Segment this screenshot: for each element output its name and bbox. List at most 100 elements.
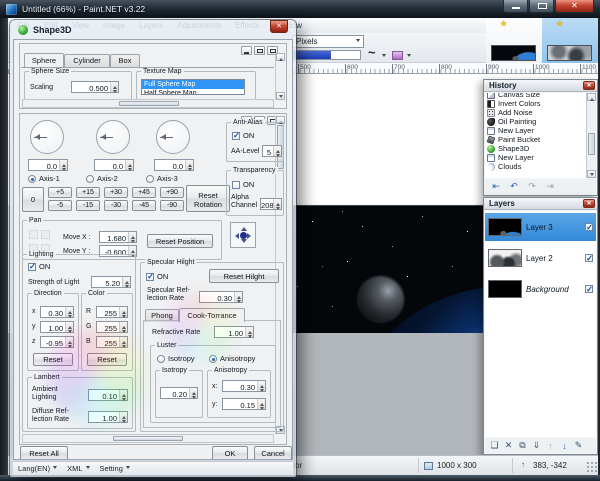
axis-1-angle-spinner[interactable]: 0.0	[28, 159, 68, 171]
axis-3-angle-spinner[interactable]: 0.0	[154, 159, 194, 171]
transparency-on-checkbox[interactable]: ON	[232, 180, 254, 189]
rotate-minus-button[interactable]: -90	[160, 200, 184, 211]
lighting-on-checkbox[interactable]: ON	[28, 262, 50, 271]
diffuse-reflection-spinner[interactable]: 1.00	[88, 411, 128, 423]
close-button[interactable]: ✕	[555, 0, 594, 13]
direction-y-spinner[interactable]: 1.00	[40, 321, 74, 333]
rotate-plus-button[interactable]: +45	[132, 187, 156, 198]
close-icon[interactable]: ✕	[270, 20, 288, 33]
history-item[interactable]: New Layer	[485, 126, 586, 135]
delete-layer-icon[interactable]: ✕	[503, 440, 514, 451]
anisotropy-x-spinner[interactable]: 0.30	[222, 380, 266, 392]
axis-2-radio[interactable]: Axis-2	[86, 174, 118, 183]
move-layer-up-icon[interactable]: ↑	[545, 441, 556, 451]
lang-dropdown[interactable]: Lang(EN)	[18, 464, 57, 473]
axis-1-dial[interactable]	[30, 120, 64, 154]
image-tab-2-selected[interactable]: ★	[542, 18, 598, 63]
isotropy-spinner[interactable]: 0.20	[160, 387, 198, 399]
scroll-down-icon[interactable]	[587, 170, 596, 178]
cancel-button[interactable]: Cancel	[254, 446, 292, 460]
ok-button[interactable]: OK	[212, 446, 248, 460]
move-layer-down-icon[interactable]: ↓	[559, 441, 570, 451]
antialias-mode-icon[interactable]: ~	[368, 45, 376, 60]
undo-icon[interactable]: ↶	[506, 181, 522, 193]
texture-option-selected[interactable]: Full Sphere Map	[142, 80, 244, 89]
history-panel-titlebar[interactable]: History ✕	[484, 80, 597, 92]
tab-box[interactable]: Box	[110, 54, 140, 67]
history-item[interactable]: Paint Bucket	[485, 135, 586, 144]
axis-2-dial[interactable]	[96, 120, 130, 154]
history-scrollbar[interactable]	[586, 93, 596, 178]
axis-3-radio[interactable]: Axis-3	[146, 174, 178, 183]
maximize-button[interactable]	[529, 0, 554, 13]
anisotropy-y-spinner[interactable]: 0.15	[222, 398, 266, 410]
layer-visible-checkbox[interactable]	[585, 254, 593, 262]
rotate-plus-button[interactable]: +5	[48, 187, 72, 198]
rotate-plus-button[interactable]: +90	[160, 187, 184, 198]
pan-dpad-control[interactable]	[230, 222, 256, 248]
rotate-plus-button[interactable]: +15	[76, 187, 100, 198]
layer-row[interactable]: Layer 2	[485, 244, 596, 272]
rotate-minus-button[interactable]: -45	[132, 200, 156, 211]
reset-all-button[interactable]: Reset All	[20, 446, 68, 460]
specular-reflection-spinner[interactable]: 0.30	[199, 291, 243, 303]
window-resize-grip[interactable]	[586, 461, 598, 473]
xml-dropdown[interactable]: XML	[67, 464, 89, 473]
redo-icon[interactable]: ↷	[524, 181, 540, 193]
scrollbar-thumb[interactable]	[113, 436, 183, 441]
isotropy-radio[interactable]: Isotropy	[157, 354, 195, 363]
direction-reset-button[interactable]: Reset	[33, 353, 73, 366]
blend-mode-icon[interactable]	[392, 51, 403, 60]
history-item[interactable]: Clouds	[485, 162, 586, 171]
minimize-button[interactable]	[503, 0, 528, 13]
close-icon[interactable]: ✕	[583, 81, 595, 90]
chevron-down-icon[interactable]	[407, 54, 411, 59]
scroll-up-icon[interactable]	[587, 93, 596, 101]
tab-cook-torrance[interactable]: Cook-Torrance	[179, 308, 245, 322]
add-layer-icon[interactable]: ❑	[489, 440, 500, 451]
texture-map-listbox[interactable]: Full Sphere Map Half Sphere Map	[141, 79, 245, 95]
rotate-minus-button[interactable]: -15	[76, 200, 100, 211]
move-x-spinner[interactable]: 1.680	[99, 231, 137, 243]
layer-row-selected[interactable]: Layer 3	[485, 213, 596, 241]
alpha-channel-spinner[interactable]: 208	[260, 198, 282, 210]
history-item[interactable]: Shape3D	[485, 144, 586, 153]
shape-panel-vscrollbar[interactable]	[275, 53, 285, 100]
aa-level-spinner[interactable]: 5	[262, 145, 282, 157]
units-dropdown[interactable]: Pixels	[292, 35, 364, 48]
shape3d-dialog-titlebar[interactable]: Shape3D ✕	[10, 20, 296, 39]
texture-option[interactable]: Half Sphere Map	[142, 89, 244, 95]
strength-of-light-spinner[interactable]: 5.20	[91, 276, 131, 288]
tab-sphere[interactable]: Sphere	[24, 53, 64, 67]
color-g-spinner[interactable]: 255	[96, 321, 128, 333]
direction-z-spinner[interactable]: -0.95	[40, 336, 74, 348]
color-b-spinner[interactable]: 255	[96, 336, 128, 348]
history-item[interactable]: Oil Painting	[485, 117, 586, 126]
scroll-down-icon[interactable]	[276, 92, 285, 100]
refractive-rate-spinner[interactable]: 1.00	[214, 326, 254, 338]
history-item[interactable]: Add Noise	[485, 108, 586, 117]
color-reset-button[interactable]: Reset	[87, 353, 127, 366]
anti-alias-on-checkbox[interactable]: ON	[232, 131, 254, 140]
history-fast-forward-icon[interactable]: ⇥	[542, 181, 558, 193]
reset-position-button[interactable]: Reset Position	[147, 234, 213, 248]
panel-minimize-icon[interactable]	[241, 46, 252, 55]
layers-panel-titlebar[interactable]: Layers ✕	[484, 198, 597, 210]
reset-rotation-button[interactable]: Reset Rotation	[186, 185, 230, 212]
history-rewind-icon[interactable]: ⇤	[488, 181, 504, 193]
ambient-lighting-spinner[interactable]: 0.10	[88, 389, 128, 401]
image-tab-1[interactable]: ★	[486, 18, 542, 63]
rotate-minus-button[interactable]: -5	[48, 200, 72, 211]
scrollbar-thumb[interactable]	[119, 101, 179, 106]
merge-layer-down-icon[interactable]: ⇓	[531, 440, 542, 451]
color-r-spinner[interactable]: 255	[96, 306, 128, 318]
chevron-down-icon[interactable]	[382, 54, 386, 59]
axis-2-angle-spinner[interactable]: 0.0	[94, 159, 134, 171]
rotate-plus-button[interactable]: +30	[104, 187, 128, 198]
scrollbar-thumb[interactable]	[588, 133, 595, 155]
specular-on-checkbox[interactable]: ON	[146, 272, 168, 281]
panel-restore-icon[interactable]	[254, 46, 265, 55]
close-icon[interactable]: ✕	[583, 199, 595, 208]
direction-x-spinner[interactable]: 0.30	[40, 306, 74, 318]
rotate-minus-button[interactable]: -30	[104, 200, 128, 211]
